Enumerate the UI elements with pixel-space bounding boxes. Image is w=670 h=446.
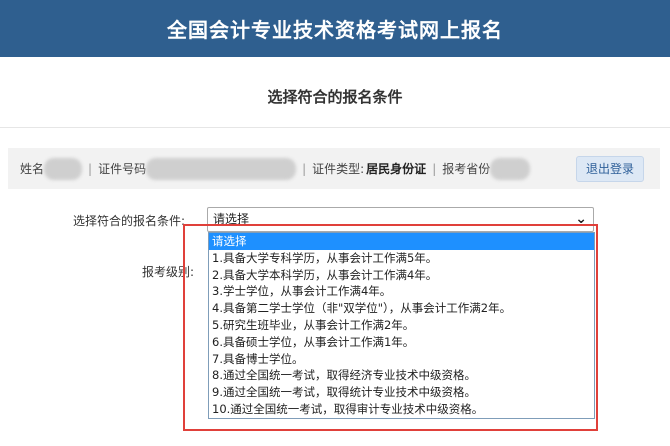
section-title: 选择符合的报名条件 bbox=[267, 88, 403, 106]
highlight-box bbox=[183, 224, 598, 431]
id-number-label: 证件号码 bbox=[98, 162, 147, 176]
redacted-name bbox=[44, 157, 83, 180]
id-type-label: 证件类型: bbox=[312, 162, 365, 176]
user-info-bar: 姓名 | 证件号码 | 证件类型: 居民身份证 | 报考省份 退出登录 bbox=[8, 148, 660, 189]
divider bbox=[0, 127, 670, 128]
id-type-value: 居民身份证 bbox=[366, 162, 427, 176]
redacted-id-number bbox=[146, 157, 297, 180]
redacted-province bbox=[490, 157, 531, 180]
name-label: 姓名 bbox=[20, 162, 45, 176]
page-banner: 全国会计专业技术资格考试网上报名 bbox=[0, 0, 670, 57]
province-label: 报考省份 bbox=[442, 162, 491, 176]
page-title: 全国会计专业技术资格考试网上报名 bbox=[167, 18, 503, 42]
condition-label: 选择符合的报名条件: bbox=[73, 214, 186, 228]
logout-button[interactable]: 退出登录 bbox=[575, 156, 644, 182]
